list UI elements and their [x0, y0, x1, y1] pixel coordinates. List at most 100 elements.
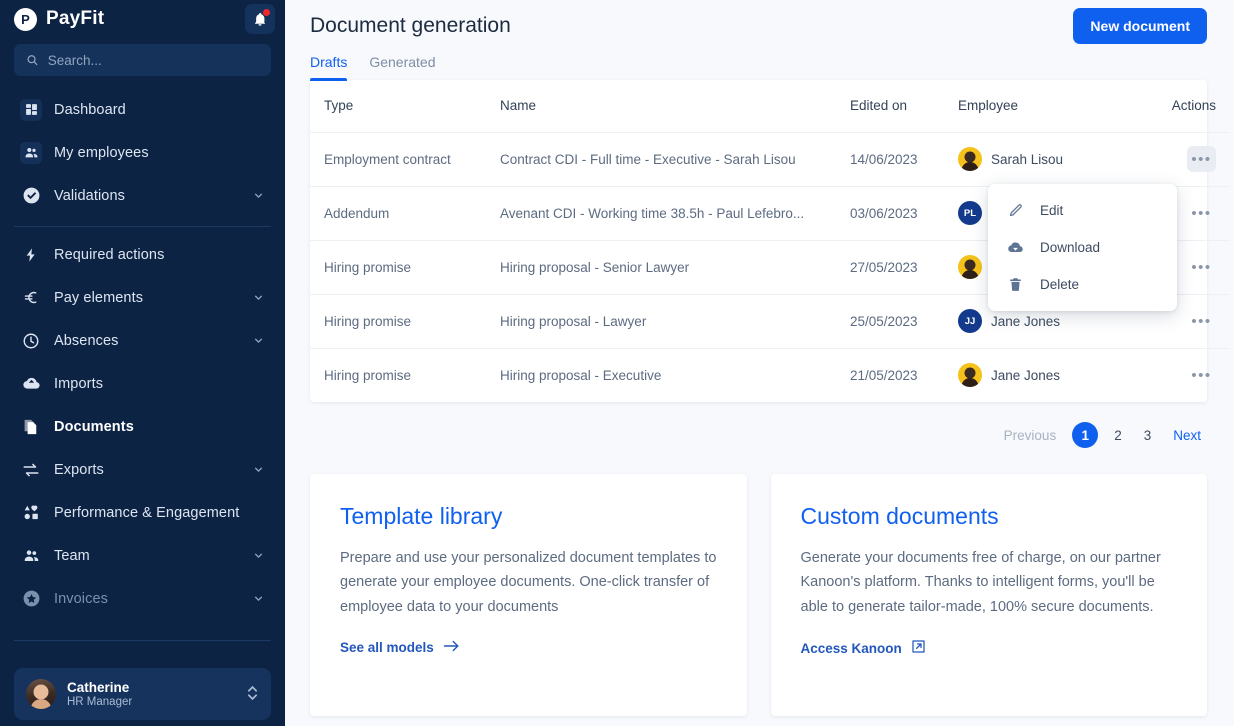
document-name: Avenant CDI - Working time 38.5h - Paul … [500, 205, 805, 221]
cell-edited-on: 03/06/2023 [850, 186, 958, 241]
dashboard-icon [20, 98, 42, 121]
sidebar-item-dashboard[interactable]: Dashboard [14, 88, 271, 131]
menu-item-delete[interactable]: Delete [988, 266, 1177, 303]
search-box[interactable] [14, 44, 271, 76]
sidebar-item-label: Validations [54, 187, 125, 204]
pagination-previous[interactable]: Previous [998, 426, 1063, 445]
cell-type: Hiring promise [324, 367, 412, 383]
cell-type: Addendum [310, 186, 500, 241]
sidebar-nav-group-secondary: Required actions Pay elements Absences I… [0, 233, 285, 640]
tab-drafts[interactable]: Drafts [310, 54, 348, 81]
tab-bar: Drafts Generated [285, 44, 1234, 81]
employee-name: Jane Jones [991, 367, 1061, 383]
sidebar-item-required-actions[interactable]: Required actions [14, 233, 271, 276]
see-all-models-link[interactable]: See all models [340, 639, 460, 656]
chevron-down-icon[interactable] [252, 291, 265, 304]
sidebar-item-documents[interactable]: Documents [14, 405, 271, 448]
chevron-down-icon[interactable] [252, 592, 265, 605]
sidebar-divider [14, 226, 271, 227]
menu-item-label: Download [1040, 240, 1101, 255]
cloud-upload-icon [20, 373, 42, 395]
sidebar-item-pay-elements[interactable]: Pay elements [14, 276, 271, 319]
menu-item-edit[interactable]: Edit [988, 192, 1177, 229]
sidebar-nav: Dashboard My employees Validations Requi… [0, 88, 285, 641]
cell-edited-on: 14/06/2023 [850, 132, 958, 187]
sidebar-item-exports[interactable]: Exports [14, 448, 271, 491]
check-circle-icon [20, 185, 42, 207]
sidebar-item-label: Documents [54, 418, 134, 435]
sidebar-item-performance-engagement[interactable]: Performance & Engagement [14, 491, 271, 534]
chevron-updown-icon[interactable] [246, 683, 259, 705]
row-actions-button[interactable]: ••• [1187, 200, 1216, 226]
card-body: Prepare and use your personalized docume… [340, 550, 717, 615]
cell-edited-on: 21/05/2023 [850, 367, 918, 383]
menu-item-download[interactable]: Download [988, 229, 1177, 266]
pagination-next[interactable]: Next [1167, 426, 1207, 445]
external-link-icon [911, 639, 926, 657]
table-row[interactable]: Hiring promise Hiring proposal - Executi… [310, 348, 1230, 402]
main-content: Document generation New document Drafts … [285, 0, 1234, 726]
sidebar-item-label: Team [54, 547, 90, 564]
cell-edited-on: 25/05/2023 [850, 294, 958, 349]
sidebar-footer-divider [14, 640, 271, 641]
sidebar-item-label: Absences [54, 332, 119, 349]
user-account-switcher[interactable]: Catherine HR Manager [14, 668, 271, 720]
row-actions-button[interactable]: ••• [1187, 254, 1216, 280]
cell-employee: Jane Jones [958, 348, 1158, 402]
pagination-page-1[interactable]: 1 [1072, 422, 1099, 448]
access-kanoon-link[interactable]: Access Kanoon [801, 639, 926, 657]
column-header-type: Type [310, 80, 500, 133]
sidebar-item-label: Exports [54, 461, 104, 478]
sidebar-item-absences[interactable]: Absences [14, 319, 271, 362]
sidebar-top-bar: P PayFit [0, 0, 285, 38]
search-input[interactable] [47, 52, 259, 68]
app-root: P PayFit Search... Dashboard My employee… [0, 0, 1234, 726]
sidebar-item-validations[interactable]: Validations [14, 174, 271, 217]
avatar: JJ [958, 309, 982, 333]
cell-employee: Sarah Lisou [958, 132, 1158, 187]
shapes-icon [20, 502, 42, 524]
sidebar-item-my-employees[interactable]: My employees [14, 131, 271, 174]
sidebar-item-team[interactable]: Team [14, 534, 271, 577]
brand[interactable]: P PayFit [14, 7, 104, 31]
employee-name: Sarah Lisou [991, 151, 1064, 167]
notification-badge [262, 8, 271, 17]
cell-name: Contract CDI - Full time - Executive - S… [500, 132, 850, 187]
row-actions-button[interactable]: ••• [1187, 146, 1216, 172]
sidebar-item-invoices[interactable]: Invoices [14, 577, 271, 620]
employee: JJ Jane Jones [958, 309, 1158, 333]
template-library-card: Template library Prepare and use your pe… [310, 474, 747, 716]
clock-icon [20, 330, 42, 352]
row-actions-button[interactable]: ••• [1187, 362, 1216, 388]
row-actions-button[interactable]: ••• [1187, 308, 1216, 334]
user-name: Catherine [67, 680, 130, 695]
tab-generated[interactable]: Generated [369, 54, 435, 80]
table-row[interactable]: Employment contract Contract CDI - Full … [310, 132, 1230, 187]
document-name: Hiring proposal - Senior Lawyer [500, 259, 690, 275]
sidebar-item-imports[interactable]: Imports [14, 362, 271, 405]
pagination-page-2[interactable]: 2 [1108, 426, 1128, 445]
new-document-button[interactable]: New document [1073, 8, 1207, 44]
cell-type: Hiring promise [310, 240, 500, 295]
chevron-down-icon[interactable] [252, 334, 265, 347]
chevron-down-icon[interactable] [252, 463, 265, 476]
cell-name: Hiring proposal - Senior Lawyer [500, 240, 850, 295]
chevron-down-icon[interactable] [252, 189, 265, 202]
pagination: Previous 1 2 3 Next [285, 402, 1234, 448]
pagination-page-3[interactable]: 3 [1138, 426, 1158, 445]
notifications-button[interactable] [245, 4, 275, 34]
pencil-icon [1006, 203, 1024, 218]
logo-letter: P [21, 11, 30, 27]
chevron-down-icon[interactable] [252, 549, 265, 562]
sidebar-nav-group-primary: Dashboard My employees Validations [0, 88, 285, 217]
card-title: Template library [340, 503, 503, 529]
search-icon [27, 55, 38, 66]
star-circle-icon [20, 588, 42, 610]
team-icon [20, 545, 42, 567]
avatar [958, 255, 982, 279]
sidebar-item-label: Performance & Engagement [54, 504, 240, 521]
sidebar-item-label: Required actions [54, 246, 165, 263]
sidebar-item-clipped[interactable] [14, 620, 271, 640]
link-label: See all models [340, 640, 434, 656]
avatar [26, 679, 56, 709]
